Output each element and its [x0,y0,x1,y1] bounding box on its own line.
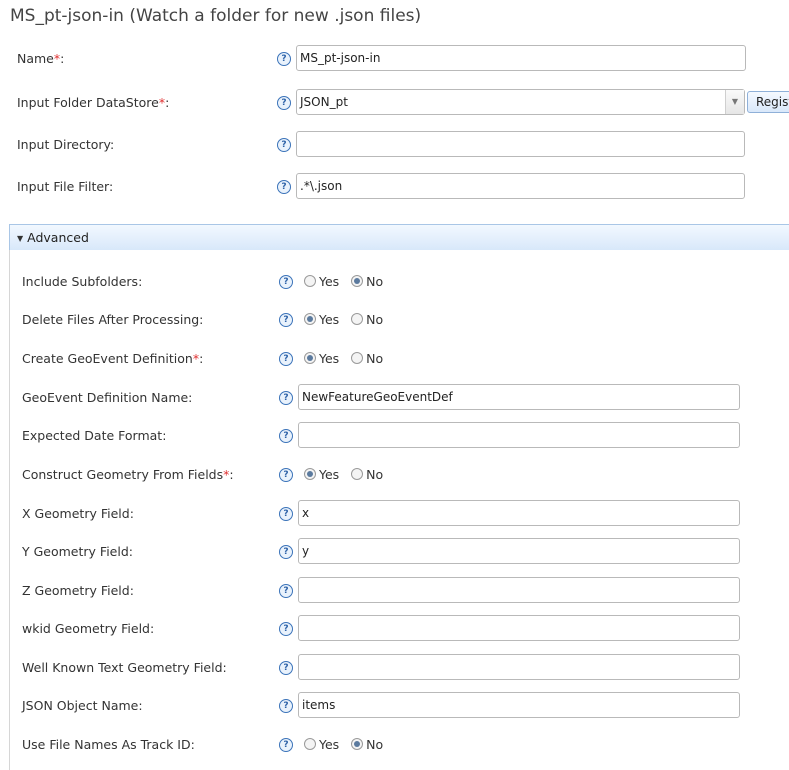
help-icon: ? [279,738,293,752]
help-icon: ? [279,584,293,598]
help-icon: ? [279,352,293,366]
include-subfolders-yes[interactable]: Yes [304,267,339,297]
delete-files-no[interactable]: No [351,305,383,335]
chevron-down-icon: ▼ [17,234,24,243]
include-subfolders-row: Include Subfolders: ? Yes No [0,267,789,297]
delete-files-yes[interactable]: Yes [304,305,339,335]
wkid-geometry-input[interactable] [298,615,740,641]
help-icon: ? [279,545,293,559]
z-geometry-input[interactable] [298,577,740,603]
help-icon: ? [279,507,293,521]
radio-selected-icon[interactable] [351,738,364,750]
definition-name-label: GeoEvent Definition Name: [22,390,193,405]
radio-icon[interactable] [304,275,316,287]
include-subfolders-no[interactable]: No [351,267,383,297]
create-definition-row: Create GeoEvent Definition*: ? Yes No [0,344,789,374]
help-icon[interactable]: ? [277,52,291,66]
help-icon: ? [279,468,293,482]
track-id-no[interactable]: No [351,730,383,760]
wkt-geometry-input[interactable] [298,654,740,680]
date-format-label: Expected Date Format: [22,428,167,443]
help-icon: ? [279,699,293,713]
construct-geometry-yes[interactable]: Yes [304,460,339,490]
y-geometry-label: Y Geometry Field: [22,544,133,559]
construct-geometry-no[interactable]: No [351,460,383,490]
create-definition-label: Create GeoEvent Definition*: [22,351,204,366]
name-label: Name*: [17,51,65,66]
delete-files-row: Delete Files After Processing: ? Yes No [0,305,789,335]
radio-icon[interactable] [351,468,364,480]
help-icon: ? [277,96,291,110]
input-filter-row: Input File Filter: ? [0,172,789,202]
input-directory-row: Input Directory: ? [0,130,789,160]
track-id-label: Use File Names As Track ID: [22,737,195,752]
wkid-geometry-label: wkid Geometry Field: [22,621,155,636]
input-filter-label: Input File Filter: [17,179,114,194]
date-format-input[interactable] [298,422,740,448]
construct-geometry-label: Construct Geometry From Fields*: [22,467,234,482]
include-subfolders-radios: Yes No [304,267,391,297]
track-id-yes[interactable]: Yes [304,730,339,760]
definition-name-input[interactable] [298,384,740,410]
help-icon: ? [279,622,293,636]
input-folder-select[interactable]: JSON_pt ▼ [296,89,745,115]
track-id-row: Use File Names As Track ID: ? Yes No [0,730,789,760]
help-icon: ? [279,275,293,289]
help-icon: ? [277,180,291,194]
delete-files-radios: Yes No [304,305,391,335]
radio-selected-icon[interactable] [351,275,364,287]
y-geometry-row: Y Geometry Field: ? [0,537,789,567]
help-icon: ? [279,429,293,443]
json-object-label: JSON Object Name: [22,698,143,713]
date-format-row: Expected Date Format: ? [0,421,789,451]
input-filter-input[interactable] [296,173,745,199]
radio-icon[interactable] [351,313,364,325]
help-icon: ? [279,391,293,405]
input-directory-label: Input Directory: [17,137,115,152]
z-geometry-row: Z Geometry Field: ? [0,576,789,606]
wkt-geometry-label: Well Known Text Geometry Field: [22,660,227,675]
wkid-geometry-row: wkid Geometry Field: ? [0,614,789,644]
x-geometry-label: X Geometry Field: [22,506,134,521]
track-id-radios: Yes No [304,730,391,760]
register-button[interactable]: Register [747,91,789,113]
x-geometry-row: X Geometry Field: ? [0,499,789,529]
chevron-down-icon[interactable]: ▼ [725,90,744,114]
y-geometry-input[interactable] [298,538,740,564]
help-icon: ? [279,313,293,327]
json-object-row: JSON Object Name: ? [0,691,789,721]
radio-selected-icon[interactable] [304,468,316,480]
construct-geometry-radios: Yes No [304,460,391,490]
name-row: Name*: ? [0,44,789,74]
create-definition-yes[interactable]: Yes [304,344,339,374]
advanced-section-header[interactable]: ▼ Advanced [9,224,789,251]
name-input[interactable] [296,45,746,71]
window-title: MS_pt-json-in (Watch a folder for new .j… [10,6,422,26]
radio-selected-icon[interactable] [304,313,316,325]
advanced-label: Advanced [27,230,89,245]
input-folder-value: JSON_pt [300,95,348,109]
help-icon: ? [279,661,293,675]
delete-files-label: Delete Files After Processing: [22,312,204,327]
create-definition-no[interactable]: No [351,344,383,374]
construct-geometry-row: Construct Geometry From Fields*: ? Yes N… [0,460,789,490]
radio-selected-icon[interactable] [304,352,316,364]
input-folder-row: Input Folder DataStore*: ? JSON_pt ▼ Reg… [0,88,789,118]
definition-name-row: GeoEvent Definition Name: ? [0,383,789,413]
wkt-geometry-row: Well Known Text Geometry Field: ? [0,653,789,683]
input-folder-label: Input Folder DataStore*: [17,95,170,110]
include-subfolders-label: Include Subfolders: [22,274,143,289]
z-geometry-label: Z Geometry Field: [22,583,134,598]
input-directory-input[interactable] [296,131,745,157]
radio-icon[interactable] [304,738,316,750]
json-object-input[interactable] [298,692,740,718]
radio-icon[interactable] [351,352,364,364]
create-definition-radios: Yes No [304,344,391,374]
x-geometry-input[interactable] [298,500,740,526]
help-icon: ? [277,138,291,152]
